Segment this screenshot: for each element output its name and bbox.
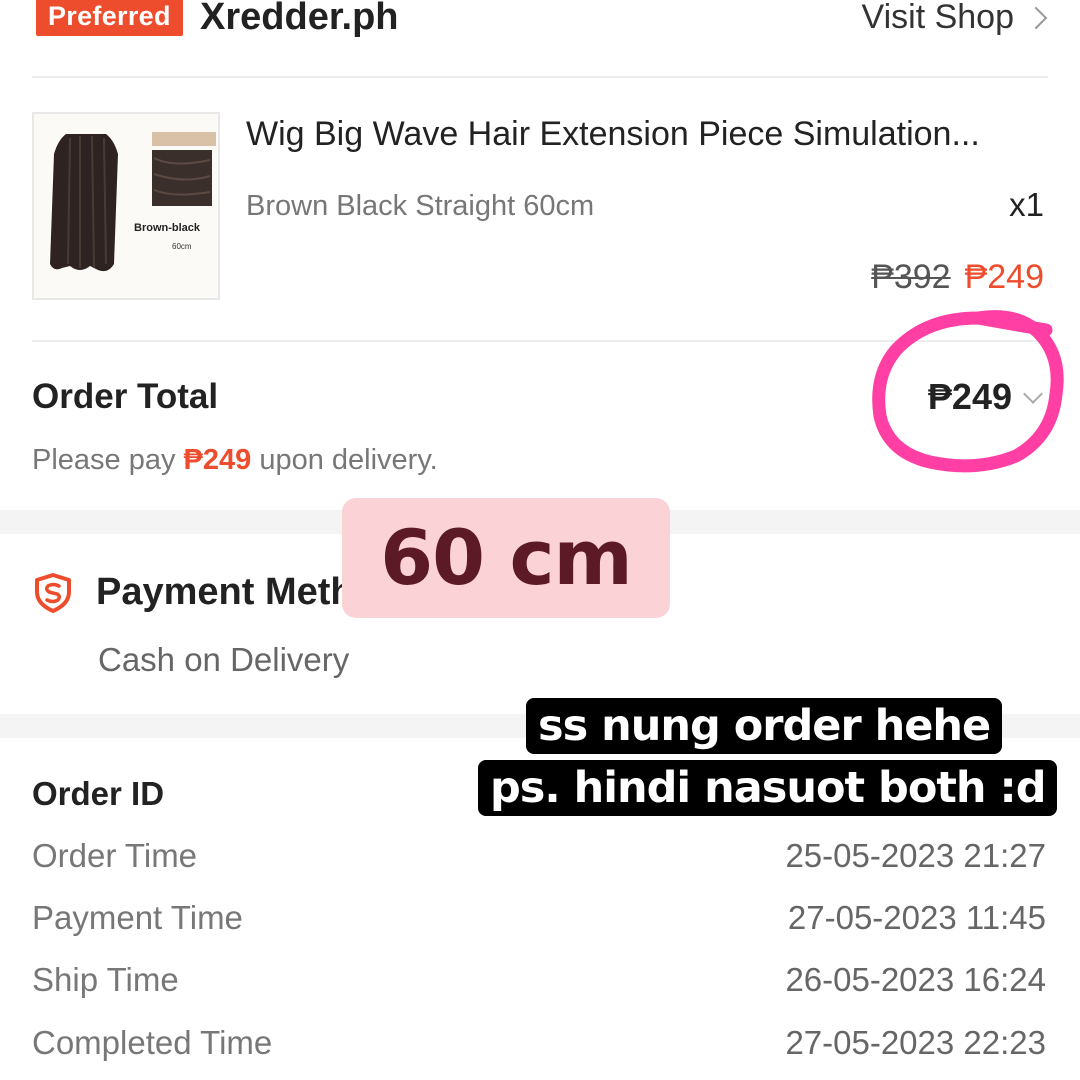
- visit-shop-button[interactable]: Visit Shop: [861, 0, 1048, 44]
- caption-line-1: ss nung order hehe: [526, 698, 1003, 754]
- order-time-value: 25-05-2023 21:27: [785, 837, 1046, 874]
- ship-time-value: 26-05-2023 16:24: [785, 961, 1046, 998]
- price-row: ₱392 ₱249: [871, 254, 1044, 300]
- preferred-badge: Preferred: [36, 0, 183, 36]
- order-total-value[interactable]: ₱249: [928, 374, 1012, 420]
- size-sticker: 60 cm: [342, 498, 670, 618]
- thumb-label: Brown-black: [134, 222, 201, 234]
- visit-shop-label: Visit Shop: [861, 0, 1014, 36]
- shield-icon: [35, 573, 71, 613]
- product-title[interactable]: Wig Big Wave Hair Extension Piece Simula…: [246, 112, 1046, 156]
- completed-time-label: Completed Time: [32, 1024, 273, 1061]
- divider: [32, 76, 1048, 78]
- payment-time-label: Payment Time: [32, 899, 243, 936]
- chevron-down-icon[interactable]: [1023, 384, 1043, 404]
- payment-note-prefix: Please pay: [32, 444, 184, 476]
- payment-note-suffix: upon delivery.: [251, 444, 438, 476]
- payment-method-value: Cash on Delivery: [98, 641, 350, 678]
- shop-name[interactable]: Xredder.ph: [200, 0, 399, 44]
- divider: [32, 340, 1048, 342]
- payment-time-value: 27-05-2023 11:45: [787, 899, 1046, 936]
- payment-note: Please pay ₱249 upon delivery.: [32, 440, 438, 480]
- caption-line-2: ps. hindi nasuot both :d: [478, 760, 1058, 816]
- payment-note-amount: ₱249: [183, 444, 252, 476]
- wig-image: [34, 114, 218, 298]
- product-quantity: x1: [1009, 186, 1044, 223]
- product-variation: Brown Black Straight 60cm: [246, 190, 595, 222]
- completed-time-value: 27-05-2023 22:23: [785, 1024, 1046, 1061]
- order-total-label: Order Total: [32, 377, 219, 416]
- ship-time-label: Ship Time: [32, 961, 179, 998]
- thumb-size: 60cm: [172, 242, 192, 251]
- chevron-right-icon: [1024, 6, 1048, 30]
- order-time-label: Order Time: [32, 837, 198, 874]
- order-id-label: Order ID: [32, 775, 165, 812]
- product-thumbnail[interactable]: Brown-black 60cm: [32, 112, 220, 300]
- original-price: ₱392: [871, 258, 951, 296]
- sale-price: ₱249: [964, 258, 1044, 296]
